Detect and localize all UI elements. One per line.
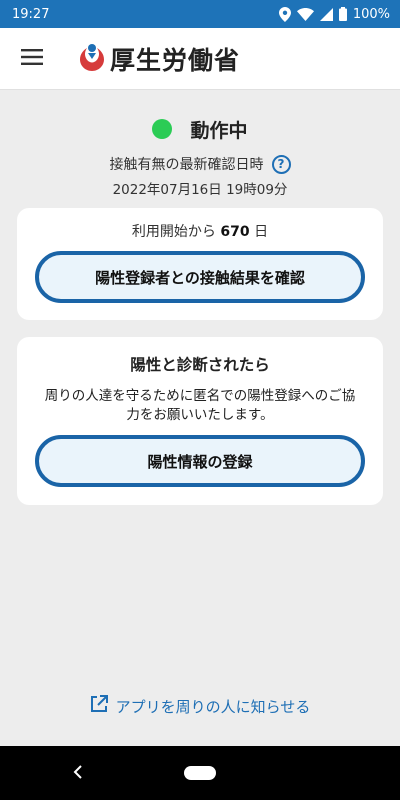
wifi-icon [296, 7, 314, 21]
check-contact-button[interactable]: 陽性登録者との接触結果を確認 [35, 251, 365, 303]
mhlw-logo: 厚生労働省 [78, 41, 240, 77]
help-icon[interactable]: ? [271, 154, 291, 174]
battery-icon [338, 7, 347, 21]
logo-text: 厚生労働省 [110, 45, 241, 75]
menu-button[interactable] [0, 28, 64, 90]
status-bar: 19:27 100% [0, 0, 400, 28]
confirm-label: 接触有無の最新確認日時 [109, 157, 264, 173]
active-status: 動作中 [0, 116, 400, 142]
home-button[interactable] [184, 766, 216, 780]
positive-card-body: 周りの人達を守るために匿名での陽性登録へのご協力をお願いいたします。 [44, 388, 356, 423]
confirm-datetime: 2022年07月16日 19時09分 [112, 182, 288, 198]
back-button[interactable] [68, 760, 88, 786]
system-nav-bar [0, 746, 400, 800]
positive-report-card: 陽性と診断されたら 周りの人達を守るために匿名での陽性登録へのご協力をお願いいた… [17, 337, 383, 505]
contact-check-card: 利用開始から 670 日 陽性登録者との接触結果を確認 [17, 208, 383, 320]
active-indicator-icon [152, 119, 173, 139]
confirm-row: 接触有無の最新確認日時 ? [0, 154, 400, 174]
external-link-icon [90, 695, 108, 717]
usage-days: 利用開始から 670 日 [17, 208, 383, 241]
positive-card-title: 陽性と診断されたら [130, 356, 270, 374]
share-app-link[interactable]: アプリを周りの人に知らせる [0, 695, 400, 717]
mhlw-emblem-icon [78, 42, 106, 76]
usage-days-count: 670 [220, 224, 250, 240]
active-label: 動作中 [190, 119, 248, 142]
register-positive-button[interactable]: 陽性情報の登録 [35, 435, 365, 487]
back-chevron-icon [73, 763, 83, 784]
share-label: アプリを周りの人に知らせる [115, 697, 311, 716]
usage-prefix: 利用開始から [131, 224, 216, 240]
signal-icon [319, 7, 333, 21]
status-block: 動作中 接触有無の最新確認日時 ? 2022年07月16日 19時09分 [0, 116, 400, 198]
usage-suffix: 日 [254, 224, 269, 240]
status-icons: 100% [278, 6, 390, 22]
battery-level: 100% [352, 6, 390, 22]
status-time: 19:27 [12, 6, 50, 22]
hamburger-icon [21, 48, 43, 69]
app-bar: 厚生労働省 [0, 28, 400, 90]
location-icon [278, 6, 291, 22]
